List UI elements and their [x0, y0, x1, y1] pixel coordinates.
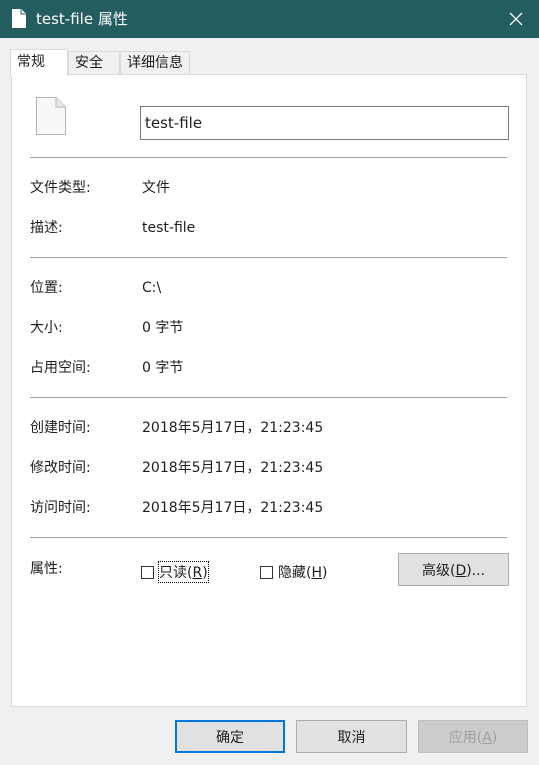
- file-type-label: 文件类型:: [30, 180, 91, 196]
- file-type-value: 文件: [142, 180, 170, 196]
- close-button[interactable]: [493, 0, 539, 38]
- tab-general-label: 常规: [17, 54, 45, 70]
- close-icon: [509, 12, 523, 26]
- modified-label: 修改时间:: [30, 460, 91, 476]
- checkbox-box[interactable]: [260, 565, 273, 579]
- advanced-button[interactable]: 高级(D)...: [398, 553, 509, 586]
- tab-details[interactable]: 详细信息: [120, 51, 190, 74]
- ok-button[interactable]: 确定: [175, 720, 285, 753]
- description-value: test-file: [142, 220, 196, 236]
- modified-value: 2018年5月17日，21:23:45: [142, 460, 324, 476]
- description-label: 描述:: [30, 220, 63, 236]
- size-on-disk-value: 0 字节: [142, 360, 184, 376]
- properties-dialog: test-file 属性 常规 安全 详细信息 文件类型: 文件 描述: tes…: [0, 0, 539, 765]
- readonly-checkbox-label: 只读(R): [158, 561, 209, 583]
- separator: [30, 257, 507, 258]
- separator: [30, 157, 507, 158]
- apply-button[interactable]: 应用(A): [418, 720, 528, 753]
- file-name-input[interactable]: [140, 106, 509, 140]
- window-title: test-file 属性: [36, 10, 128, 28]
- tab-general[interactable]: 常规: [10, 49, 68, 76]
- hidden-checkbox-label: 隐藏(H): [278, 565, 328, 581]
- cancel-button[interactable]: 取消: [296, 720, 407, 753]
- general-panel: 文件类型: 文件 描述: test-file 位置: C:\ 大小: 0 字节 …: [11, 74, 527, 707]
- readonly-checkbox[interactable]: 只读(R): [141, 561, 209, 583]
- tab-security-label: 安全: [75, 55, 103, 71]
- location-label: 位置:: [30, 280, 63, 296]
- separator: [30, 397, 507, 398]
- size-label: 大小:: [30, 320, 63, 336]
- file-icon: [36, 97, 66, 135]
- separator: [30, 537, 507, 538]
- location-value: C:\: [142, 280, 162, 296]
- attributes-label: 属性:: [30, 561, 63, 577]
- tab-security[interactable]: 安全: [68, 51, 120, 74]
- created-value: 2018年5月17日，21:23:45: [142, 420, 324, 436]
- checkbox-box[interactable]: [141, 565, 154, 579]
- tab-details-label: 详细信息: [127, 55, 183, 71]
- created-label: 创建时间:: [30, 420, 91, 436]
- size-value: 0 字节: [142, 320, 184, 336]
- title-bar[interactable]: test-file 属性: [0, 0, 539, 38]
- accessed-value: 2018年5月17日，21:23:45: [142, 500, 324, 516]
- file-icon: [12, 9, 26, 28]
- hidden-checkbox[interactable]: 隐藏(H): [260, 562, 327, 582]
- size-on-disk-label: 占用空间:: [30, 360, 91, 376]
- accessed-label: 访问时间:: [30, 500, 91, 516]
